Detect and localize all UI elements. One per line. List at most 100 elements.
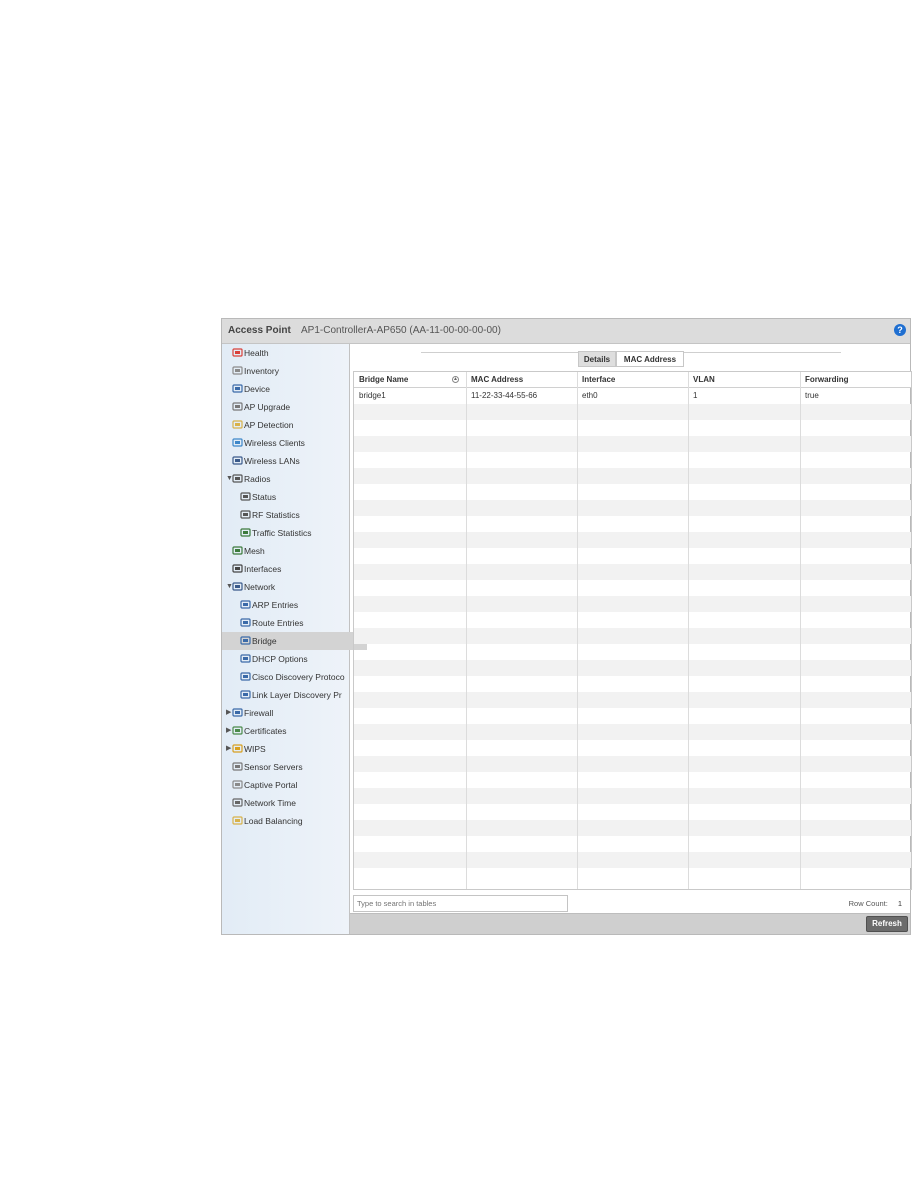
expand-right-arrow-icon[interactable]: ▶ bbox=[226, 722, 234, 740]
empty-table-row bbox=[354, 804, 911, 820]
captive-portal-icon bbox=[232, 778, 243, 789]
empty-table-row bbox=[354, 452, 911, 468]
table-row[interactable]: bridge1 11-22-33-44-55-66 eth0 1 true bbox=[354, 388, 911, 404]
sidebar-item-sensor-servers[interactable]: Sensor Servers bbox=[232, 758, 303, 776]
interfaces-icon bbox=[232, 562, 243, 573]
table-cell: true bbox=[805, 391, 819, 400]
traffic-statistics-icon bbox=[240, 526, 251, 537]
sidebar-item-bridge[interactable]: Bridge bbox=[222, 632, 367, 650]
expand-right-arrow-icon[interactable]: ▶ bbox=[226, 704, 234, 722]
sidebar-item-label: Firewall bbox=[244, 708, 274, 718]
empty-table-row bbox=[354, 612, 911, 628]
column-header-interface[interactable]: Interface bbox=[577, 372, 688, 387]
empty-table-row bbox=[354, 532, 911, 548]
sidebar-item-status[interactable]: Status bbox=[240, 488, 276, 506]
expand-right-arrow-icon[interactable]: ▶ bbox=[226, 740, 234, 758]
sidebar-nav: Health Inventory Device AP Upgrade AP Detect… bbox=[222, 344, 367, 934]
empty-table-row bbox=[354, 548, 911, 564]
window-subtitle: AP1-ControllerA-AP650 (AA-11-00-00-00-00… bbox=[301, 325, 501, 336]
column-header-bridge-name[interactable]: Bridge Name bbox=[354, 372, 466, 387]
column-header-vlan[interactable]: VLAN bbox=[688, 372, 800, 387]
tab-mac-address[interactable]: MAC Address bbox=[616, 351, 684, 367]
empty-table-row bbox=[354, 692, 911, 708]
window-title: Access Point bbox=[228, 325, 291, 336]
empty-table-row bbox=[354, 756, 911, 772]
column-divider bbox=[688, 372, 689, 889]
sidebar-item-ap-detection[interactable]: AP Detection bbox=[232, 416, 293, 434]
footer-bar: Refresh bbox=[350, 913, 910, 934]
access-point-window: Access Point AP1-ControllerA-AP650 (AA-1… bbox=[221, 318, 912, 935]
bridge-icon bbox=[240, 634, 251, 645]
sidebar-item-wips[interactable]: ▶ WIPS bbox=[226, 740, 266, 758]
sidebar-item-label: ARP Entries bbox=[252, 600, 299, 610]
empty-table-row bbox=[354, 644, 911, 660]
column-header-forwarding[interactable]: Forwarding bbox=[800, 372, 911, 387]
sidebar-item-network[interactable]: ▼ Network bbox=[226, 578, 275, 596]
cisco-discovery-icon bbox=[240, 670, 251, 681]
sidebar-item-rf-statistics[interactable]: RF Statistics bbox=[240, 506, 300, 524]
main-panel: Details MAC Address Bridge Name ▲ MAC Ad… bbox=[350, 344, 912, 934]
expand-down-arrow-icon[interactable]: ▼ bbox=[226, 578, 234, 596]
sidebar-item-wireless-lans[interactable]: Wireless LANs bbox=[232, 452, 300, 470]
empty-table-row bbox=[354, 580, 911, 596]
sidebar-item-ap-upgrade[interactable]: AP Upgrade bbox=[232, 398, 290, 416]
column-header-mac-address[interactable]: MAC Address bbox=[466, 372, 577, 387]
sidebar-item-certificates[interactable]: ▶ Certificates bbox=[226, 722, 287, 740]
sidebar-item-captive-portal[interactable]: Captive Portal bbox=[232, 776, 297, 794]
sidebar-item-link-layer-discovery[interactable]: Link Layer Discovery Pr bbox=[240, 686, 342, 704]
table-cell: eth0 bbox=[582, 391, 598, 400]
table-cell: bridge1 bbox=[359, 391, 386, 400]
help-icon[interactable]: ? bbox=[894, 324, 906, 336]
empty-table-row bbox=[354, 868, 911, 884]
expand-down-arrow-icon[interactable]: ▼ bbox=[226, 470, 234, 488]
sidebar-item-label: Route Entries bbox=[252, 618, 304, 628]
sidebar-item-network-time[interactable]: Network Time bbox=[232, 794, 296, 812]
link-layer-discovery-icon bbox=[240, 688, 251, 699]
refresh-button[interactable]: Refresh bbox=[866, 916, 908, 932]
sidebar-item-traffic-statistics[interactable]: Traffic Statistics bbox=[240, 524, 312, 542]
sidebar-item-label: Cisco Discovery Protoco bbox=[252, 672, 345, 682]
sidebar-item-label: WIPS bbox=[244, 744, 266, 754]
sidebar-item-cisco-discovery[interactable]: Cisco Discovery Protoco bbox=[240, 668, 345, 686]
sidebar-item-label: Bridge bbox=[252, 636, 277, 646]
network-time-icon bbox=[232, 796, 243, 807]
sidebar-item-wireless-clients[interactable]: Wireless Clients bbox=[232, 434, 305, 452]
sidebar-item-health[interactable]: Health bbox=[232, 344, 269, 362]
title-bar: Access Point AP1-ControllerA-AP650 (AA-1… bbox=[222, 319, 910, 344]
sidebar-item-label: Captive Portal bbox=[244, 780, 298, 790]
sidebar-item-label: Interfaces bbox=[244, 564, 282, 574]
empty-table-row bbox=[354, 660, 911, 676]
empty-table-row bbox=[354, 516, 911, 532]
sidebar-item-label: Load Balancing bbox=[244, 816, 303, 826]
column-divider bbox=[800, 372, 801, 889]
sort-icon[interactable]: ▲ bbox=[452, 376, 459, 383]
empty-table-row bbox=[354, 772, 911, 788]
table-header: Bridge Name ▲ MAC Address Interface VLAN… bbox=[354, 372, 911, 388]
column-divider bbox=[466, 372, 467, 889]
device-icon bbox=[232, 382, 243, 393]
empty-table-row bbox=[354, 820, 911, 836]
sidebar-item-load-balancing[interactable]: Load Balancing bbox=[232, 812, 303, 830]
sidebar-item-label: Network Time bbox=[244, 798, 296, 808]
sidebar-item-device[interactable]: Device bbox=[232, 380, 270, 398]
sidebar-item-arp-entries[interactable]: ARP Entries bbox=[240, 596, 298, 614]
sidebar-item-label: RF Statistics bbox=[252, 510, 300, 520]
sidebar-item-dhcp-options[interactable]: DHCP Options bbox=[240, 650, 308, 668]
table-search-input[interactable] bbox=[353, 895, 568, 912]
sidebar-item-mesh[interactable]: Mesh bbox=[232, 542, 265, 560]
sidebar-item-label: Status bbox=[252, 492, 277, 502]
sidebar-item-firewall[interactable]: ▶ Firewall bbox=[226, 704, 274, 722]
row-count: Row Count: 1 bbox=[849, 899, 902, 908]
sidebar-item-route-entries[interactable]: Route Entries bbox=[240, 614, 304, 632]
arp-entries-icon bbox=[240, 598, 251, 609]
empty-table-row bbox=[354, 500, 911, 516]
sidebar-item-interfaces[interactable]: Interfaces bbox=[232, 560, 281, 578]
tab-details[interactable]: Details bbox=[578, 351, 616, 367]
sidebar-item-inventory[interactable]: Inventory bbox=[232, 362, 279, 380]
empty-table-row bbox=[354, 468, 911, 484]
sidebar-item-radios[interactable]: ▼ Radios bbox=[226, 470, 270, 488]
row-count-label: Row Count: bbox=[848, 899, 888, 908]
route-entries-icon bbox=[240, 616, 251, 627]
sidebar-item-label: Inventory bbox=[244, 366, 279, 376]
sidebar-item-label: AP Upgrade bbox=[244, 402, 291, 412]
